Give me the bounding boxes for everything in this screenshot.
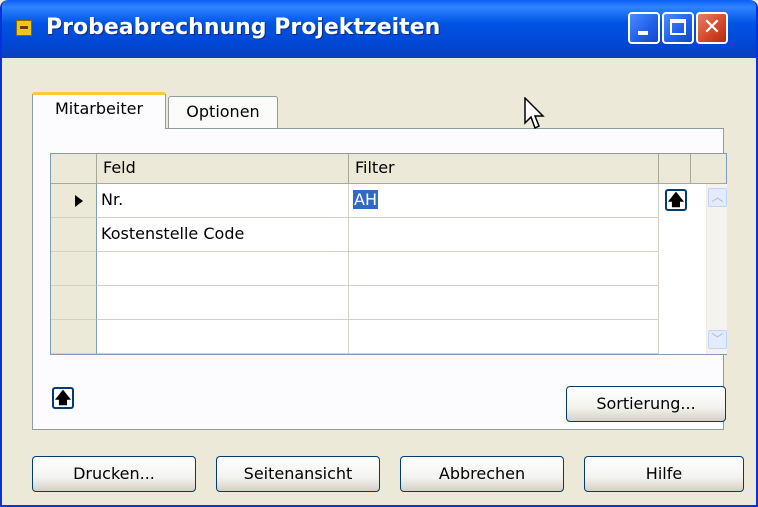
minimize-button[interactable] <box>628 12 660 44</box>
window-title: Probeabrechnung Projektzeiten <box>46 15 441 40</box>
current-row-icon <box>75 195 83 207</box>
row-selector[interactable] <box>51 218 97 252</box>
vertical-scrollbar[interactable]: ︿ ﹀ <box>706 184 727 354</box>
table-cell-field[interactable] <box>97 320 349 354</box>
up-arrow-icon: 🡅 <box>667 190 685 209</box>
dialog-window: Probeabrechnung Projektzeiten ✕ Mitarbei… <box>0 0 758 507</box>
up-arrow-icon: 🡅 <box>54 388 72 407</box>
cancel-button[interactable]: Abbrechen <box>400 456 564 492</box>
table-cell-filter[interactable] <box>349 218 659 252</box>
table-cell-filter[interactable] <box>349 286 659 320</box>
maximize-icon <box>670 19 686 35</box>
preview-button[interactable]: Seitenansicht <box>216 456 380 492</box>
column-header-feld[interactable]: Feld <box>97 154 349 184</box>
close-button[interactable]: ✕ <box>696 12 728 44</box>
table-cell-filter[interactable] <box>349 320 659 354</box>
scroll-down-icon: ﹀ <box>711 332 724 346</box>
tab-optionen[interactable]: Optionen <box>168 96 278 129</box>
filter-grid[interactable]: Feld Filter Nr. AH 🡅 Kostenstelle Code ︿… <box>50 153 727 355</box>
move-up-button[interactable]: 🡅 <box>52 387 74 409</box>
table-cell-filter[interactable] <box>349 252 659 286</box>
row-selector[interactable] <box>51 320 97 354</box>
print-button[interactable]: Drucken... <box>32 456 196 492</box>
column-header-filler <box>691 154 726 184</box>
column-header-filter[interactable]: Filter <box>349 154 659 184</box>
table-cell-field[interactable]: Kostenstelle Code <box>97 218 349 252</box>
sort-button[interactable]: Sortierung... <box>566 386 726 422</box>
close-icon: ✕ <box>702 15 722 40</box>
minimize-icon <box>638 31 648 35</box>
table-cell-field[interactable] <box>97 286 349 320</box>
column-header-extra <box>659 154 691 184</box>
app-icon[interactable] <box>16 20 32 36</box>
help-button[interactable]: Hilfe <box>584 456 744 492</box>
filter-value[interactable]: AH <box>353 190 378 209</box>
maximize-button[interactable] <box>662 12 694 44</box>
row-selector[interactable] <box>51 184 97 218</box>
table-cell-filter[interactable]: AH <box>349 184 659 218</box>
tab-mitarbeiter[interactable]: Mitarbeiter <box>32 92 166 129</box>
mouse-pointer-icon <box>524 97 545 130</box>
scroll-up-icon: ︿ <box>711 190 724 204</box>
row-selector[interactable] <box>51 252 97 286</box>
lookup-button[interactable]: 🡅 <box>665 189 687 211</box>
scroll-down-button[interactable]: ﹀ <box>708 330 727 349</box>
grid-header-corner <box>51 154 97 184</box>
row-selector[interactable] <box>51 286 97 320</box>
table-cell-field[interactable]: Nr. <box>97 184 349 218</box>
title-bar[interactable]: Probeabrechnung Projektzeiten ✕ <box>2 0 756 58</box>
table-cell-field[interactable] <box>97 252 349 286</box>
scroll-up-button[interactable]: ︿ <box>708 188 727 207</box>
